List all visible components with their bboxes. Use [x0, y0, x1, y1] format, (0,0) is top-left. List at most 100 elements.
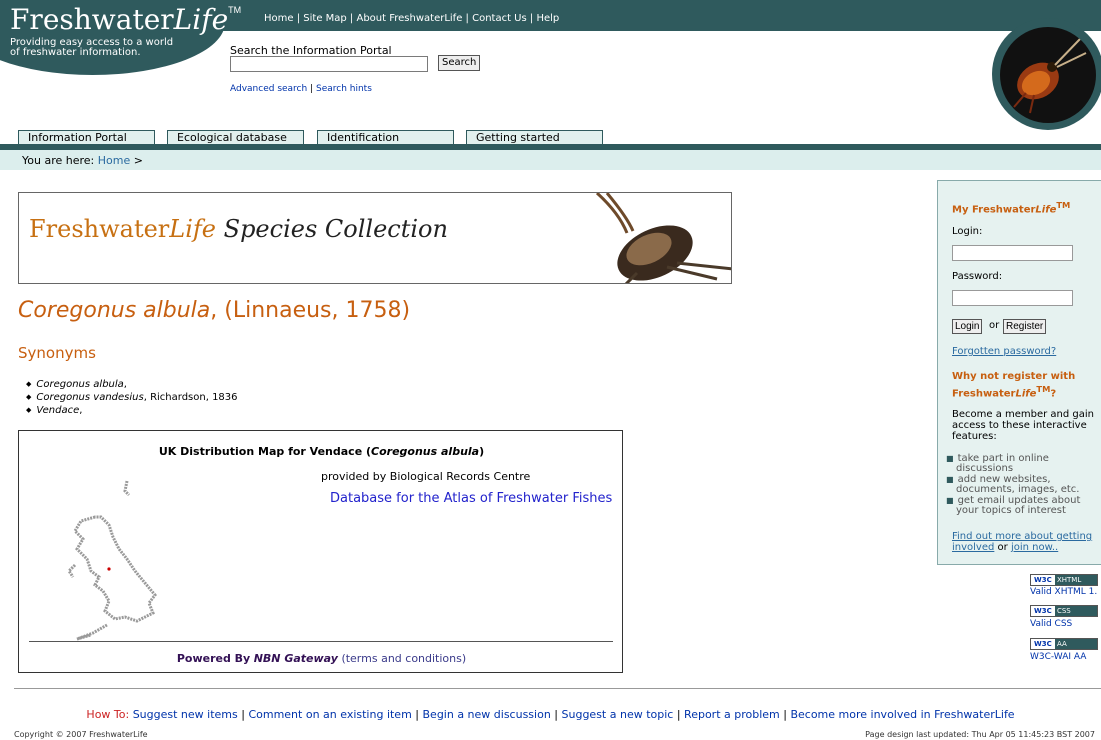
tab-ecological-database[interactable]: Ecological database	[167, 130, 304, 145]
synonym-name: Vendace	[36, 405, 80, 416]
logo-text-italic: Life	[173, 3, 229, 36]
home-link[interactable]: Home	[264, 13, 294, 24]
map-title-species: Coregonus albula	[371, 445, 480, 458]
w3c-wai-badge[interactable]: W3C AA	[1030, 638, 1098, 650]
list-item: add new websites, documents, images, etc…	[956, 475, 1101, 495]
comment-link[interactable]: Comment on an existing item	[248, 708, 411, 721]
tab-identification[interactable]: Identification	[317, 130, 454, 145]
synonym-name: Coregonus albula	[36, 379, 124, 390]
badge-tag: CSS	[1056, 607, 1071, 615]
site-logo[interactable]: FreshwaterLifeTM	[10, 3, 241, 36]
nbn-gateway-link[interactable]: NBN Gateway	[254, 652, 338, 665]
about-link[interactable]: About FreshwaterLife	[356, 13, 462, 24]
banner-species-collection: Species Collection	[223, 215, 448, 243]
register-button[interactable]: Register	[1003, 319, 1047, 334]
map-title: UK Distribution Map for Vendace (Coregon…	[19, 445, 624, 458]
map-provider: provided by Biological Records Centre	[321, 470, 531, 483]
list-item: Coregonus albula,	[26, 378, 238, 391]
search-input[interactable]	[230, 56, 428, 72]
atlas-database-link[interactable]: Database for the Atlas of Freshwater Fis…	[330, 491, 615, 507]
or-text: or	[989, 320, 1000, 331]
become-involved-link[interactable]: Become more involved in FreshwaterLife	[790, 708, 1014, 721]
synonyms-list: Coregonus albula, Coregonus vandesius, R…	[26, 378, 238, 417]
w3c-css-badge[interactable]: W3C CSS	[1030, 605, 1098, 617]
map-title-close: )	[479, 445, 485, 458]
forgotten-password-link[interactable]: Forgotten password?	[952, 346, 1056, 357]
list-item: Vendace,	[26, 404, 238, 417]
last-updated: Page design last updated: Thu Apr 05 11:…	[865, 730, 1095, 739]
species-author: , (Linnaeus, 1758)	[210, 298, 411, 323]
footer-divider	[14, 688, 1101, 689]
find-out-more: Find out more about getting involved or …	[952, 531, 1097, 553]
sidebar-title-text: My Freshwater	[952, 204, 1036, 216]
synonym-rest: ,	[123, 379, 127, 390]
valid-css-link[interactable]: Valid CSS	[1030, 619, 1072, 629]
why-register-tm: TM	[1036, 384, 1051, 394]
synonym-rest: ,	[79, 405, 83, 416]
breadcrumb-home-link[interactable]: Home	[98, 154, 130, 167]
help-link[interactable]: Help	[536, 13, 559, 24]
suggest-topic-link[interactable]: Suggest a new topic	[562, 708, 674, 721]
tab-information-portal[interactable]: Information Portal	[18, 130, 155, 145]
badge-tag: AA	[1056, 640, 1067, 648]
how-to-links: How To: Suggest new items | Comment on a…	[86, 708, 1015, 721]
login-sidebar: My FreshwaterLifeTM Login: Password: Log…	[937, 180, 1101, 565]
list-item: get email updates about your topics of i…	[956, 496, 1101, 516]
logo-tagline: Providing easy access to a world of fres…	[10, 37, 174, 58]
login-button[interactable]: Login	[952, 319, 983, 334]
site-map-link[interactable]: Site Map	[303, 13, 346, 24]
sidebar-title-italic: Life	[1035, 204, 1057, 216]
why-register-heading: Why not register with FreshwaterLifeTM?	[952, 370, 1097, 400]
login-field[interactable]	[952, 245, 1073, 261]
login-label: Login:	[952, 226, 983, 237]
species-collection-banner: FreshwaterLife Species Collection	[18, 192, 732, 284]
uk-distribution-map	[67, 480, 157, 641]
join-now-link[interactable]: join now..	[1011, 542, 1058, 553]
synonym-rest: , Richardson, 1836	[143, 392, 238, 403]
my-freshwaterlife-title: My FreshwaterLifeTM	[952, 200, 1070, 215]
or-text-2: or	[997, 542, 1008, 553]
top-links: Home | Site Map | About FreshwaterLife |…	[264, 13, 560, 24]
list-item: Coregonus vandesius, Richardson, 1836	[26, 391, 238, 404]
badge-tag: XHTML	[1056, 576, 1082, 584]
logo-text: Freshwater	[10, 3, 174, 36]
why-register-q: ?	[1050, 388, 1057, 400]
password-label: Password:	[952, 271, 1003, 282]
search-links: Advanced search | Search hints	[230, 84, 372, 94]
logo-trademark: TM	[228, 5, 242, 15]
search-hints-link[interactable]: Search hints	[316, 84, 372, 94]
wai-aa-link[interactable]: W3C-WAI AA	[1030, 652, 1086, 662]
advanced-search-link[interactable]: Advanced search	[230, 84, 307, 94]
map-divider	[29, 641, 613, 642]
synonym-name: Coregonus vandesius	[36, 392, 144, 403]
map-footer: Powered By NBN Gateway (terms and condit…	[19, 652, 624, 665]
contact-link[interactable]: Contact Us	[472, 13, 527, 24]
search-button[interactable]: Search	[438, 55, 481, 71]
synonyms-heading: Synonyms	[18, 344, 96, 362]
banner-life: Life	[169, 215, 216, 243]
copyright: Copyright © 2007 FreshwaterLife	[14, 730, 148, 739]
password-field[interactable]	[952, 290, 1073, 306]
why-register-italic: Life	[1015, 388, 1037, 400]
map-title-text: UK Distribution Map for Vendace (	[158, 445, 372, 458]
report-problem-link[interactable]: Report a problem	[684, 708, 780, 721]
how-to-label: How To:	[86, 708, 130, 721]
sidebar-title-tm: TM	[1056, 200, 1071, 210]
species-name: Coregonus albula	[18, 298, 211, 323]
breadcrumb: You are here: Home >	[0, 150, 1101, 170]
why-register-text: Why not register with Freshwater	[952, 371, 1076, 400]
begin-discussion-link[interactable]: Begin a new discussion	[423, 708, 551, 721]
terms-link[interactable]: (terms and conditions)	[341, 652, 466, 665]
breadcrumb-separator: >	[133, 154, 143, 167]
species-title: Coregonus albula, (Linnaeus, 1758)	[18, 298, 410, 323]
breadcrumb-prefix: You are here:	[22, 154, 95, 167]
list-item: take part in online discussions	[956, 454, 1101, 474]
valid-xhtml-link[interactable]: Valid XHTML 1.	[1030, 587, 1097, 597]
become-member-text: Become a member and gain access to these…	[952, 409, 1095, 442]
tab-getting-started[interactable]: Getting started	[466, 130, 603, 145]
banner-freshwater: Freshwater	[29, 215, 170, 243]
suggest-new-items-link[interactable]: Suggest new items	[133, 708, 238, 721]
insect-image	[595, 193, 731, 283]
distribution-map-box: UK Distribution Map for Vendace (Coregon…	[18, 430, 623, 673]
w3c-xhtml-badge[interactable]: W3C XHTML	[1030, 574, 1098, 586]
